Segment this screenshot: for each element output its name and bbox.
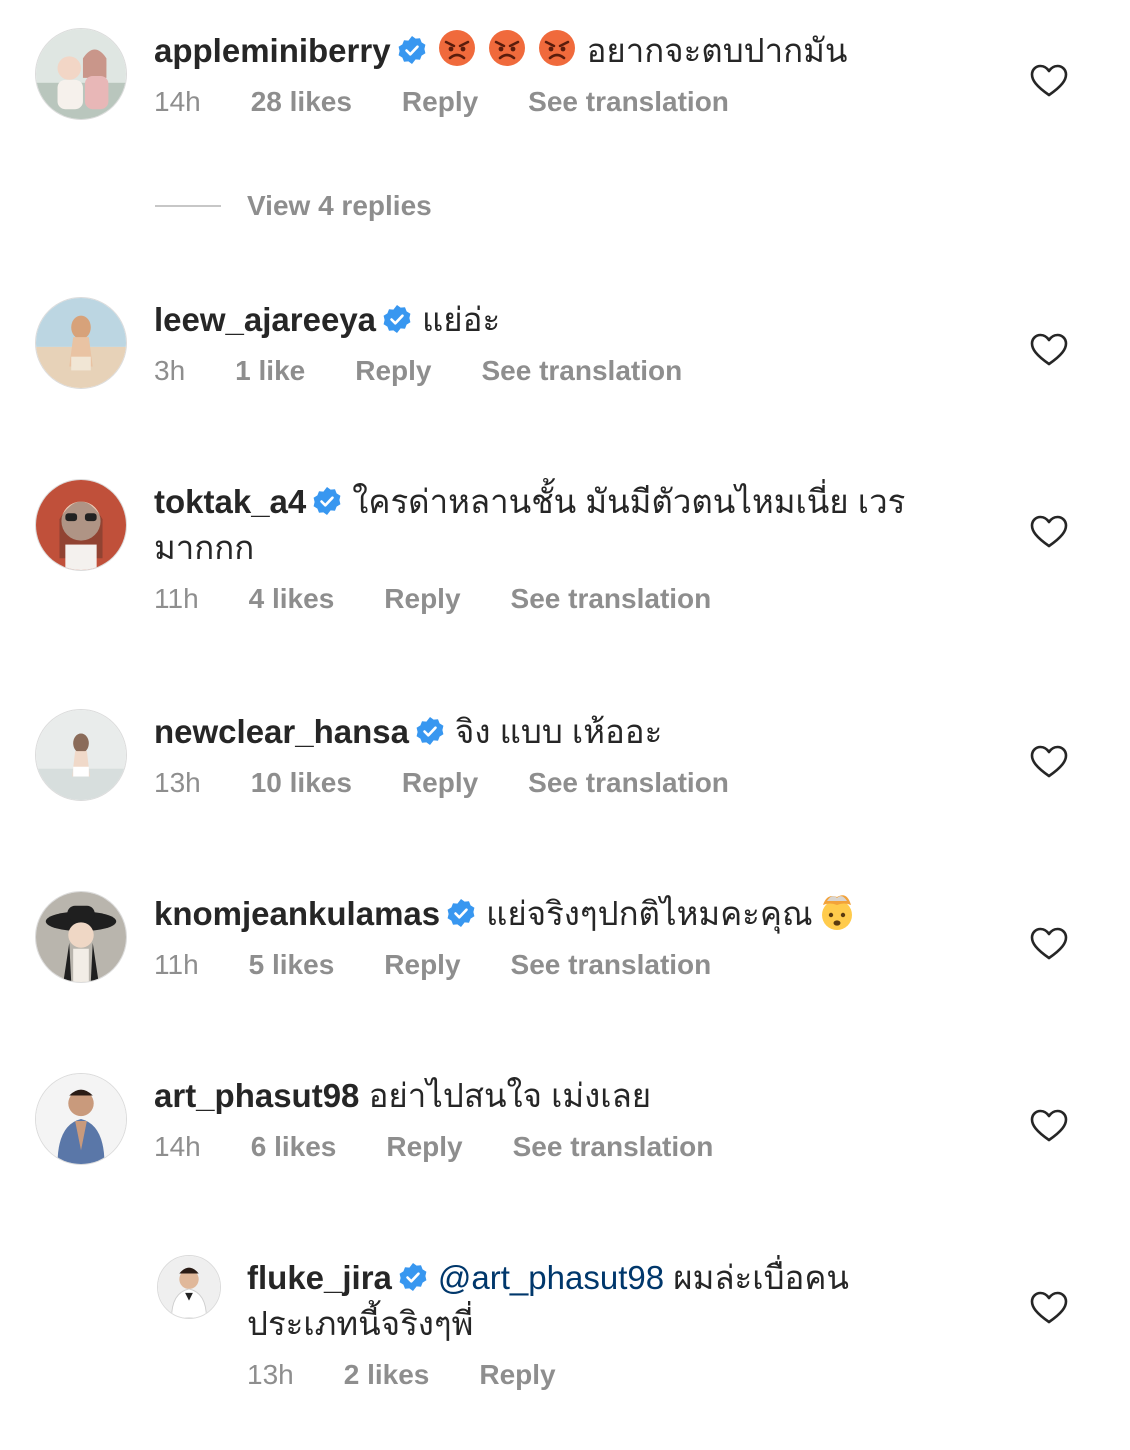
mention-link[interactable]: @art_phasut98	[438, 1259, 664, 1296]
comment-body: newclear_hansa จิง แบบ เห้ออะ 13h 10 like…	[154, 709, 954, 799]
avatar[interactable]	[35, 1073, 127, 1165]
see-translation-button[interactable]: See translation	[528, 86, 729, 118]
likes-count[interactable]: 4 likes	[249, 583, 335, 615]
verified-badge-icon	[397, 35, 427, 65]
comment-meta: 14h 28 likes Reply See translation	[154, 86, 954, 118]
reply-button[interactable]: Reply	[384, 583, 460, 615]
comment-text: appleminiberry อยากจะตบปากมัน	[154, 28, 954, 74]
timestamp: 13h	[154, 767, 201, 798]
view-replies-label: View 4 replies	[247, 190, 432, 221]
timestamp: 11h	[154, 949, 199, 980]
verified-badge-icon	[382, 304, 412, 334]
comment-message: แย่จริงๆปกติไหมคะคุณ	[486, 895, 813, 932]
comment-body: knomjeankulamas แย่จริงๆปกติไหมคะคุณ 11h …	[154, 891, 954, 981]
reply-button[interactable]: Reply	[355, 355, 431, 387]
avatar[interactable]	[35, 28, 127, 120]
angry-face-icon	[437, 28, 477, 68]
reply-button[interactable]: Reply	[479, 1359, 555, 1391]
username[interactable]: toktak_a4	[154, 483, 306, 520]
see-translation-button[interactable]: See translation	[528, 767, 729, 799]
username[interactable]: newclear_hansa	[154, 713, 409, 750]
see-translation-button[interactable]: See translation	[513, 1131, 714, 1163]
username[interactable]: leew_ajareeya	[154, 301, 376, 338]
verified-badge-icon	[446, 898, 476, 928]
likes-count[interactable]: 28 likes	[251, 86, 352, 118]
view-replies-button[interactable]: View 4 replies	[155, 190, 432, 222]
heart-outline-icon[interactable]	[1030, 64, 1068, 98]
likes-count[interactable]: 2 likes	[344, 1359, 430, 1391]
username[interactable]: art_phasut98	[154, 1077, 359, 1114]
comment-message: แย่อ่ะ	[422, 301, 501, 338]
comment-text: newclear_hansa จิง แบบ เห้ออะ	[154, 709, 954, 755]
comment-text: toktak_a4 ใครด่าหลานชั้น มันมีตัวตนไหมเนี…	[154, 479, 954, 571]
verified-badge-icon	[415, 716, 445, 746]
exploding-head-icon	[817, 891, 857, 931]
username[interactable]: appleminiberry	[154, 32, 391, 69]
comment-meta: 11h 4 likes Reply See translation	[154, 583, 954, 615]
heart-outline-icon[interactable]	[1030, 927, 1068, 961]
timestamp: 3h	[154, 355, 186, 386]
comment-meta: 13h 2 likes Reply	[247, 1359, 927, 1391]
avatar[interactable]	[35, 709, 127, 801]
comment-message: อยากจะตบปากมัน	[586, 32, 848, 69]
comment-body: leew_ajareeya แย่อ่ะ 3h 1 like Reply See …	[154, 297, 954, 387]
reply-button[interactable]: Reply	[386, 1131, 462, 1163]
timestamp: 13h	[247, 1359, 294, 1390]
heart-outline-icon[interactable]	[1030, 1109, 1068, 1143]
see-translation-button[interactable]: See translation	[511, 949, 712, 981]
likes-count[interactable]: 6 likes	[251, 1131, 337, 1163]
avatar[interactable]	[35, 479, 127, 571]
reply-button[interactable]: Reply	[384, 949, 460, 981]
avatar[interactable]	[35, 891, 127, 983]
see-translation-button[interactable]: See translation	[481, 355, 682, 387]
heart-outline-icon[interactable]	[1030, 515, 1068, 549]
likes-count[interactable]: 10 likes	[251, 767, 352, 799]
verified-badge-icon	[398, 1262, 428, 1292]
reply-button[interactable]: Reply	[402, 86, 478, 118]
comment-meta: 14h 6 likes Reply See translation	[154, 1131, 954, 1163]
comment-meta: 3h 1 like Reply See translation	[154, 355, 954, 387]
comment-text: leew_ajareeya แย่อ่ะ	[154, 297, 954, 343]
heart-outline-icon[interactable]	[1030, 1291, 1068, 1325]
avatar[interactable]	[157, 1255, 221, 1319]
comment-text: art_phasut98 อย่าไปสนใจ เม่งเลย	[154, 1073, 954, 1119]
verified-badge-icon	[312, 486, 342, 516]
comment-text: fluke_jira @art_phasut98 ผมล่ะเบื่อคนประเ…	[247, 1255, 927, 1347]
reply-button[interactable]: Reply	[402, 767, 478, 799]
username[interactable]: knomjeankulamas	[154, 895, 440, 932]
comment-text: knomjeankulamas แย่จริงๆปกติไหมคะคุณ	[154, 891, 954, 937]
timestamp: 11h	[154, 583, 199, 614]
timestamp: 14h	[154, 1131, 201, 1162]
comment-message: อย่าไปสนใจ เม่งเลย	[368, 1077, 652, 1114]
timestamp: 14h	[154, 86, 201, 117]
comment-meta: 13h 10 likes Reply See translation	[154, 767, 954, 799]
avatar[interactable]	[35, 297, 127, 389]
comment-meta: 11h 5 likes Reply See translation	[154, 949, 954, 981]
comment-body: art_phasut98 อย่าไปสนใจ เม่งเลย 14h 6 li…	[154, 1073, 954, 1163]
heart-outline-icon[interactable]	[1030, 745, 1068, 779]
comment-body: appleminiberry อยากจะตบปากมัน 14h 28 like…	[154, 28, 954, 118]
comment-body: toktak_a4 ใครด่าหลานชั้น มันมีตัวตนไหมเนี…	[154, 479, 954, 615]
angry-face-icon	[487, 28, 527, 68]
comment-message: จิง แบบ เห้ออะ	[454, 713, 663, 750]
see-translation-button[interactable]: See translation	[511, 583, 712, 615]
likes-count[interactable]: 1 like	[235, 355, 305, 387]
likes-count[interactable]: 5 likes	[249, 949, 335, 981]
heart-outline-icon[interactable]	[1030, 333, 1068, 367]
angry-face-icon	[537, 28, 577, 68]
divider-line	[155, 205, 221, 207]
username[interactable]: fluke_jira	[247, 1259, 392, 1296]
comment-body: fluke_jira @art_phasut98 ผมล่ะเบื่อคนประเ…	[247, 1255, 927, 1391]
